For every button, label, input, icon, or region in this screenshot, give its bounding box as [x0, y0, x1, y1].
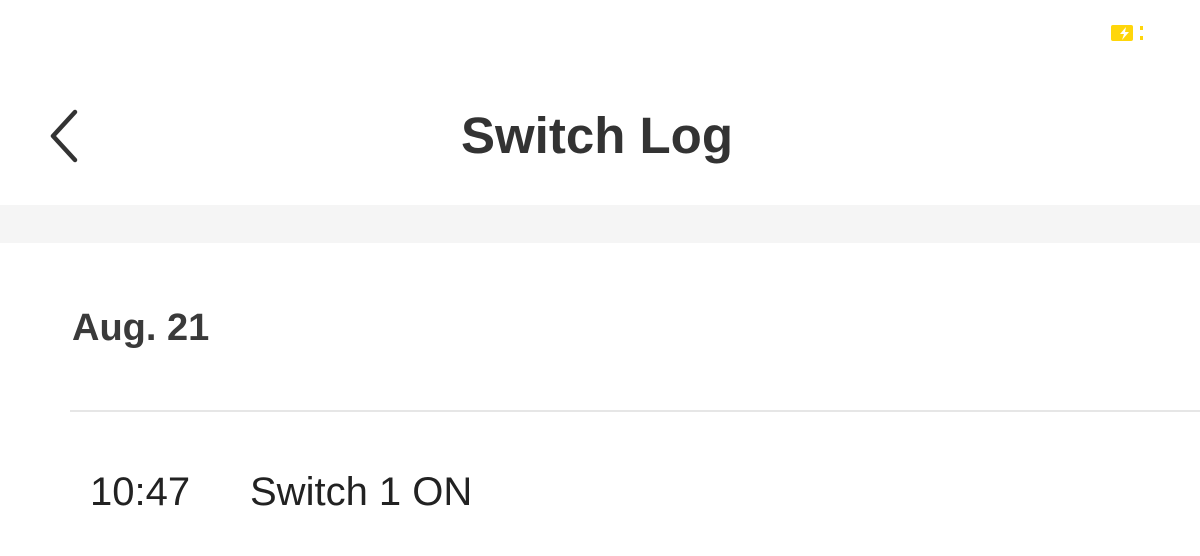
status-bar	[0, 0, 1200, 70]
section-separator	[0, 205, 1200, 243]
navigation-bar: Switch Log	[0, 70, 1200, 204]
log-entry-time: 10:47	[90, 470, 191, 514]
log-entry-row: 10:47 Switch 1 ON	[0, 412, 1200, 556]
battery-charging-icon	[1111, 25, 1143, 41]
date-header: Aug. 21	[72, 307, 210, 349]
switch-log-screen: Switch Log Aug. 21 10:47 Switch 1 ON	[0, 0, 1200, 556]
page-title: Switch Log	[461, 107, 733, 164]
log-entry-event: Switch 1 ON	[250, 470, 473, 514]
